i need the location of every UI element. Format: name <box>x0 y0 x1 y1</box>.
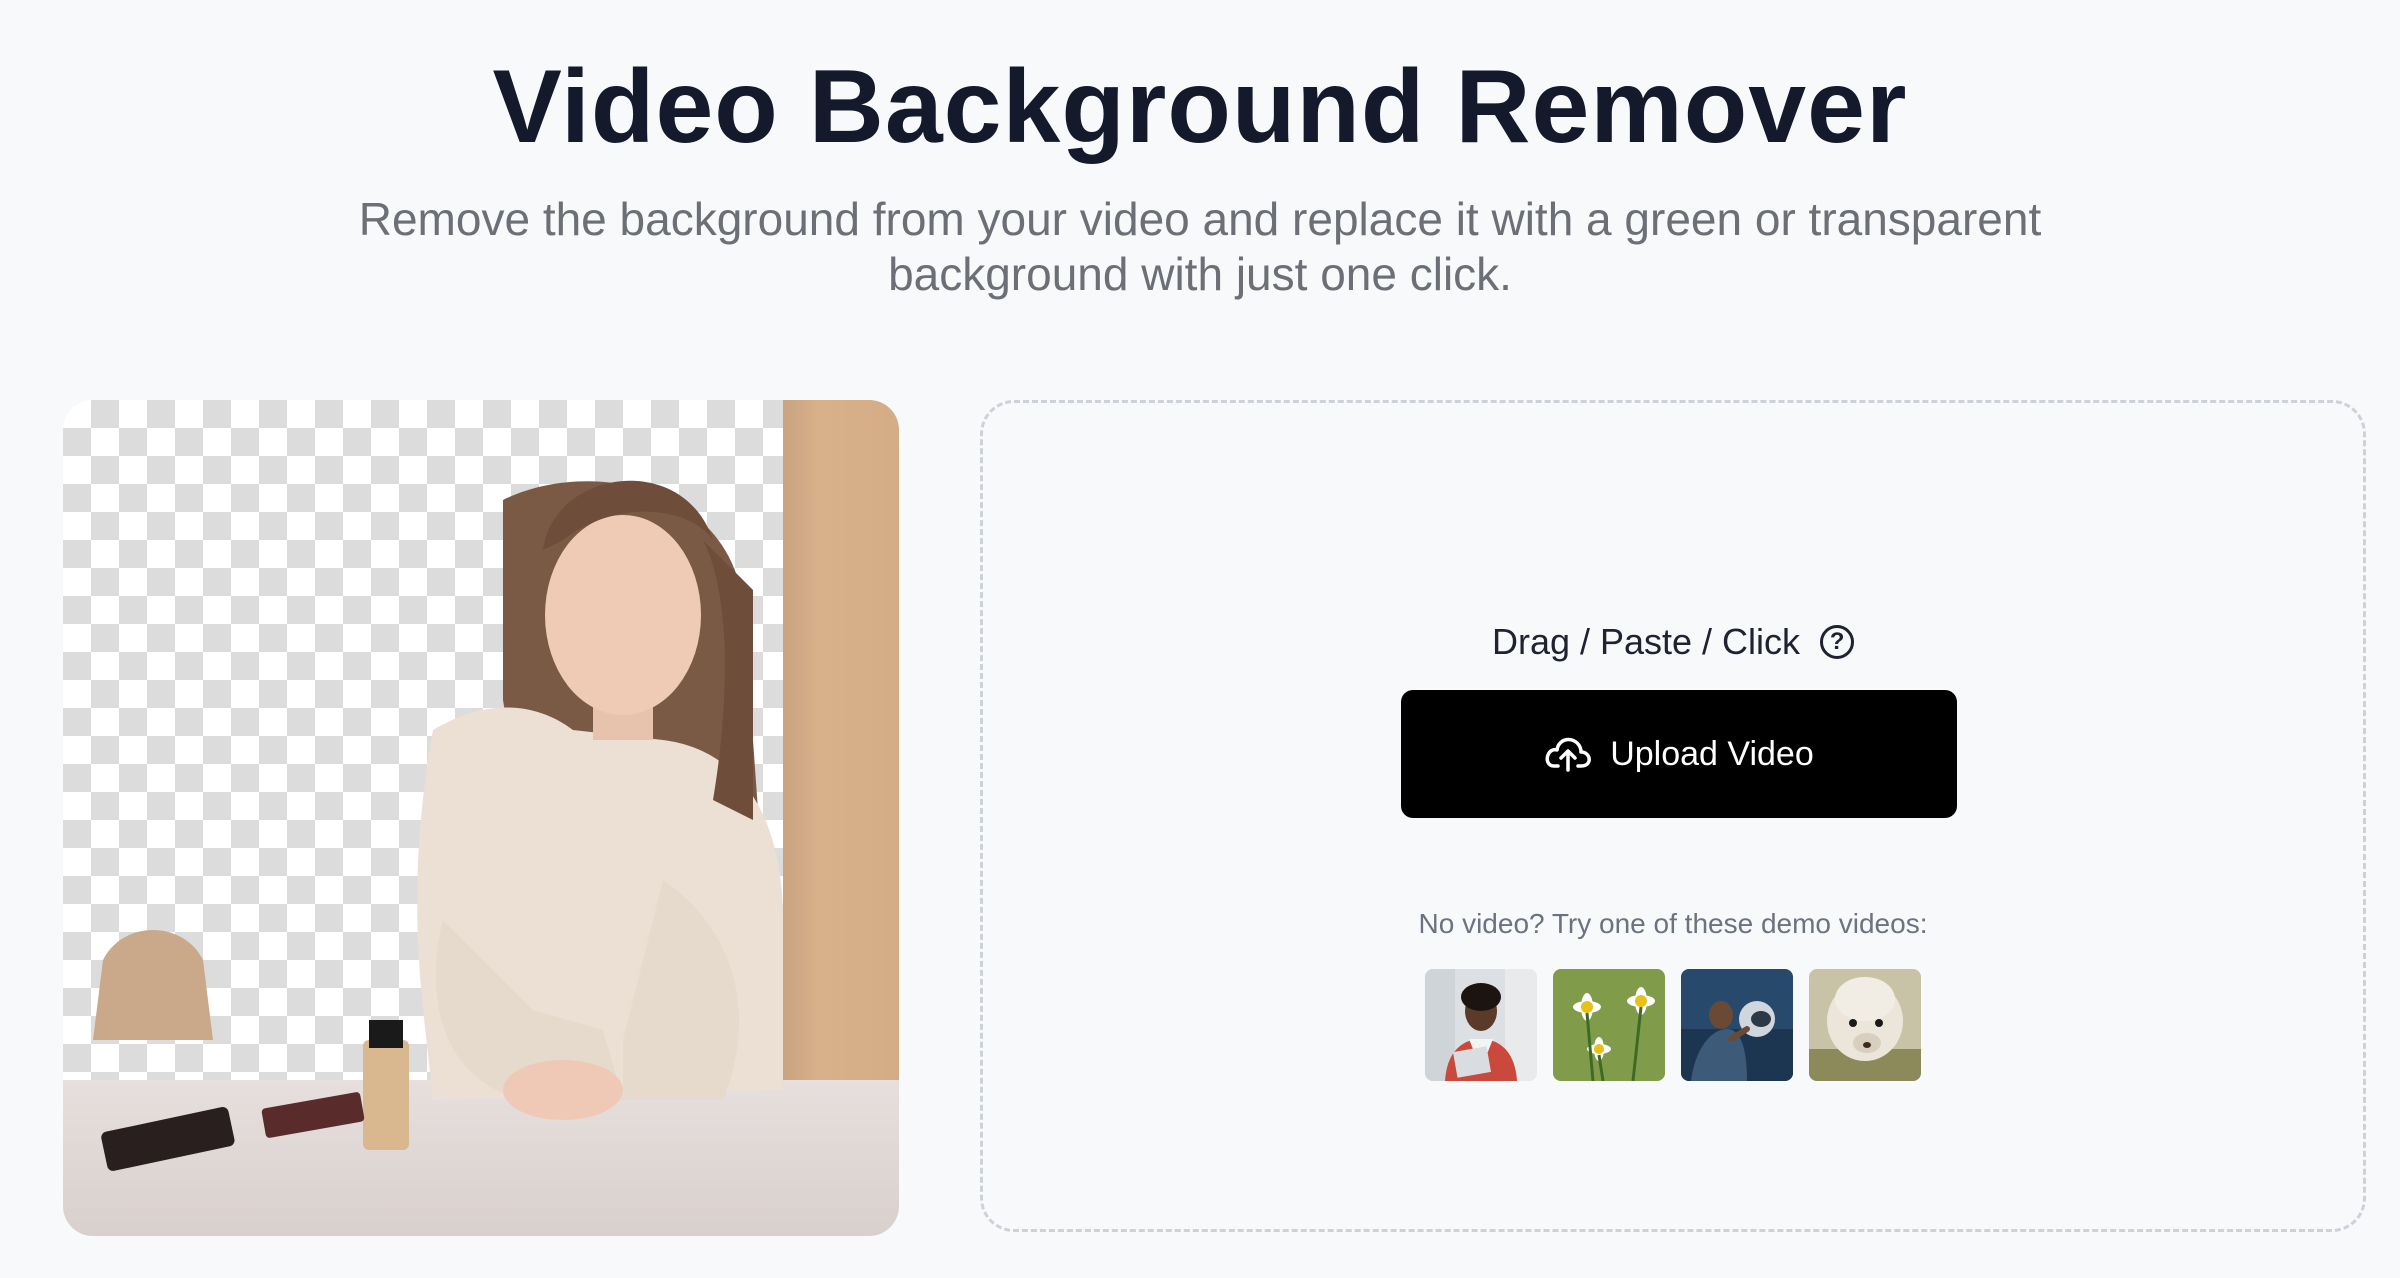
demo-video-alpaca[interactable] <box>1809 969 1921 1081</box>
woman-figure <box>93 480 783 1171</box>
demo-video-list <box>1425 969 1921 1081</box>
page-subtitle: Remove the background from your video an… <box>358 193 2042 300</box>
upload-video-button[interactable]: Upload Video <box>1401 690 1957 818</box>
upload-hint: Drag / Paste / Click ? <box>983 621 2363 663</box>
demo-video-daisy-flowers[interactable] <box>1553 969 1665 1081</box>
preview-video <box>63 400 899 1236</box>
upload-hint-text: Drag / Paste / Click <box>1491 621 1801 662</box>
upload-dropzone[interactable]: Drag / Paste / Click ? Upload Video No v… <box>980 400 2366 1232</box>
page-title: Video Background Remover <box>492 49 1908 165</box>
question-circle-icon[interactable]: ? <box>1820 625 1855 659</box>
demo-video-person-with-helmet[interactable] <box>1681 969 1793 1081</box>
demo-video-woman-with-laptop[interactable] <box>1425 969 1537 1081</box>
upload-video-label: Upload Video <box>1610 734 1814 773</box>
cloud-upload-icon <box>1545 737 1592 772</box>
demo-videos-label: No video? Try one of these demo videos: <box>1418 908 1928 939</box>
